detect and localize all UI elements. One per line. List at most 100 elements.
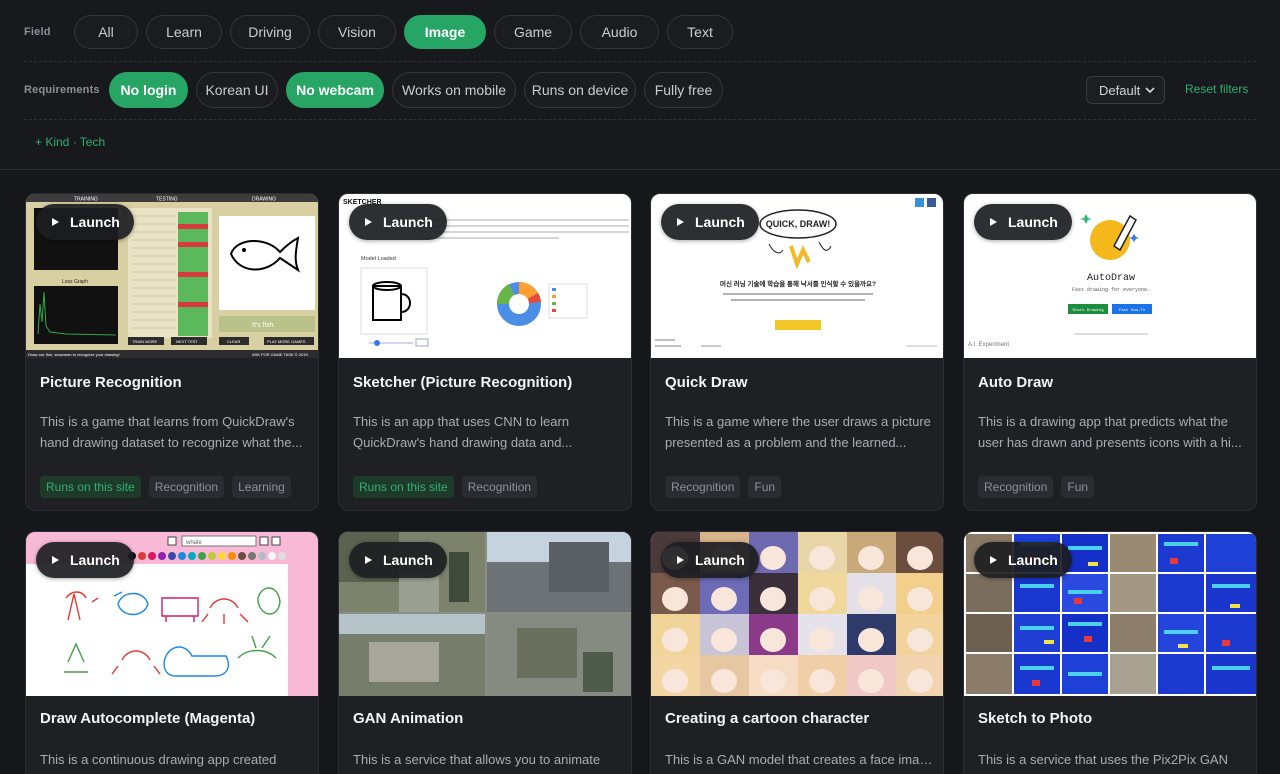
- kind-tech-row: + Kind · Tech: [24, 131, 1256, 153]
- thumb-btn-clear: CLEAR: [227, 339, 240, 344]
- thumb-subtitle: Fast drawing for everyone.: [1072, 287, 1150, 293]
- field-chip-all[interactable]: All: [74, 15, 138, 49]
- tag-learning: Learning: [232, 476, 291, 498]
- card-title: Auto Draw: [978, 374, 1053, 391]
- card-quick-draw[interactable]: QUICK, DRAW! 머신 러닝 기술에 학습을 통해 낙서를 인식할 수 …: [650, 193, 944, 511]
- field-chip-audio[interactable]: Audio: [580, 15, 659, 49]
- launch-button[interactable]: Launch: [974, 542, 1072, 578]
- launch-button[interactable]: Launch: [661, 542, 759, 578]
- launch-button[interactable]: Launch: [349, 542, 447, 578]
- reset-filters-link[interactable]: Reset filters: [1185, 82, 1248, 96]
- card-thumbnail: AutoDraw Fast drawing for everyone. Star…: [964, 194, 1256, 358]
- req-chip-korean-ui[interactable]: Korean UI: [196, 72, 278, 108]
- field-chip-text[interactable]: Text: [667, 15, 733, 49]
- card-thumbnail: QUICK, DRAW! 머신 러닝 기술에 학습을 통해 낙서를 인식할 수 …: [651, 194, 943, 358]
- thumb-logo: AutoDraw: [1087, 273, 1135, 284]
- tag-runs-on-site: Runs on this site: [353, 476, 454, 498]
- card-title: GAN Animation: [353, 710, 464, 727]
- thumb-query: whale: [185, 540, 202, 546]
- field-chip-image[interactable]: Image: [404, 15, 486, 49]
- thumb-btn-start: Start Drawing: [1072, 308, 1104, 313]
- req-chip-works-on-mobile[interactable]: Works on mobile: [392, 72, 516, 108]
- card-draw-autocomplete[interactable]: whale Launch Draw Autocomplete (Magenta)…: [25, 531, 319, 774]
- card-cartoon-character[interactable]: Launch Creating a cartoon character This…: [650, 531, 944, 774]
- card-title: Creating a cartoon character: [665, 710, 870, 727]
- thumb-btn-play-more: PLAY MORE GAMES: [267, 339, 306, 344]
- card-tags: Runs on this site Recognition Learning: [40, 476, 299, 498]
- card-description: This is a game where the user draws a pi…: [665, 411, 933, 453]
- card-description: This is a continuous drawing app created: [40, 749, 308, 770]
- play-icon: [52, 218, 59, 226]
- card-title: Draw Autocomplete (Magenta): [40, 710, 256, 727]
- play-icon: [677, 556, 684, 564]
- tag-runs-on-site: Runs on this site: [40, 476, 141, 498]
- card-tags: Recognition Fun: [978, 476, 1102, 498]
- card-thumbnail: whale Launch: [26, 532, 318, 696]
- play-icon: [52, 556, 59, 564]
- card-description-line: This is a game that learns from QuickDra…: [40, 414, 295, 429]
- req-chip-runs-on-device[interactable]: Runs on device: [524, 72, 636, 108]
- launch-label: Launch: [383, 214, 433, 230]
- card-title: Quick Draw: [665, 374, 748, 391]
- launch-button[interactable]: Launch: [36, 542, 134, 578]
- card-description-line: This is a service that allows you to ani…: [353, 752, 601, 767]
- card-sketcher[interactable]: SKETCHER Model Loaded Launch Sketcher (P…: [338, 193, 632, 511]
- launch-button[interactable]: Launch: [349, 204, 447, 240]
- card-description-line: hand drawing dataset to recognize what t…: [40, 435, 303, 450]
- play-icon: [677, 218, 684, 226]
- field-chip-driving[interactable]: Driving: [230, 15, 310, 49]
- field-chip-vision[interactable]: Vision: [318, 15, 396, 49]
- card-picture-recognition[interactable]: TRAINING TESTING DRAWING Loss Graph It's…: [25, 193, 319, 511]
- thumb-headline: 머신 러닝 기술에 학습을 통해 낙서를 인식할 수 있을까요?: [720, 279, 876, 288]
- card-auto-draw[interactable]: AutoDraw Fast drawing for everyone. Star…: [963, 193, 1257, 511]
- req-chip-no-login[interactable]: No login: [109, 72, 188, 108]
- card-description-line: This is a GAN model that creates a face …: [665, 752, 933, 767]
- card-title: Sketcher (Picture Recognition): [353, 374, 573, 391]
- thumb-model-label: Model Loaded: [361, 256, 396, 262]
- thumb-guess: It's fish.: [252, 322, 276, 329]
- card-description-line: QuickDraw's hand drawing data and...: [353, 435, 573, 450]
- launch-label: Launch: [383, 552, 433, 568]
- tag-recognition: Recognition: [148, 476, 225, 498]
- field-chip-learn[interactable]: Learn: [146, 15, 222, 49]
- kind-tech-toggle[interactable]: + Kind · Tech: [35, 135, 105, 149]
- card-thumbnail: Launch: [651, 532, 943, 696]
- tag-recognition: Recognition: [665, 476, 741, 498]
- launch-label: Launch: [1008, 214, 1058, 230]
- card-sketch-to-photo[interactable]: Launch Sketch to Photo This is a service…: [963, 531, 1257, 774]
- launch-button[interactable]: Launch: [661, 204, 759, 240]
- card-description: This is an app that uses CNN to learn Qu…: [353, 411, 621, 453]
- thumb-btn-howto: Fast How-To: [1119, 309, 1146, 313]
- thumb-loss-label: Loss Graph: [62, 279, 88, 285]
- thumb-btn-train-more: TRAIN MORE: [132, 339, 157, 344]
- launch-button[interactable]: Launch: [36, 204, 134, 240]
- thumb-btn-next-test: NEXT TEST: [176, 339, 198, 344]
- divider: [24, 61, 1256, 62]
- thumb-header-drawing: DRAWING: [252, 197, 276, 203]
- thumb-header-training: TRAINING: [74, 197, 98, 203]
- launch-button[interactable]: Launch: [974, 204, 1072, 240]
- play-icon: [365, 556, 372, 564]
- card-description-line: presented as a problem and the learned..…: [665, 435, 907, 450]
- card-thumbnail: TRAINING TESTING DRAWING Loss Graph It's…: [26, 194, 318, 358]
- field-chip-game[interactable]: Game: [494, 15, 572, 49]
- req-chip-fully-free[interactable]: Fully free: [644, 72, 723, 108]
- sort-select[interactable]: Default: [1086, 76, 1165, 104]
- card-tags: Runs on this site Recognition: [353, 476, 545, 498]
- thumb-footer-left: Draw car, fish, snowman to recognize you…: [28, 352, 120, 357]
- card-description-line: This is an app that uses CNN to learn: [353, 414, 570, 429]
- req-chip-no-webcam[interactable]: No webcam: [286, 72, 384, 108]
- card-thumbnail: Launch: [964, 532, 1256, 696]
- thumb-footer: A.I. Experiment: [968, 342, 1009, 348]
- card-description-line: user has drawn and presents icons with a…: [978, 435, 1242, 450]
- tag-recognition: Recognition: [978, 476, 1054, 498]
- requirements-filter-row: Requirements No login Korean UI No webca…: [24, 72, 1256, 108]
- divider: [24, 119, 1256, 120]
- card-tags: Recognition Fun: [665, 476, 789, 498]
- card-description: This is a game that learns from QuickDra…: [40, 411, 308, 453]
- card-gan-animation[interactable]: Launch GAN Animation This is a service t…: [338, 531, 632, 774]
- card-description: This is a GAN model that creates a face …: [665, 749, 933, 770]
- launch-label: Launch: [695, 552, 745, 568]
- tag-fun: Fun: [1061, 476, 1095, 498]
- card-description-line: This is a service that uses the Pix2Pix …: [978, 752, 1228, 767]
